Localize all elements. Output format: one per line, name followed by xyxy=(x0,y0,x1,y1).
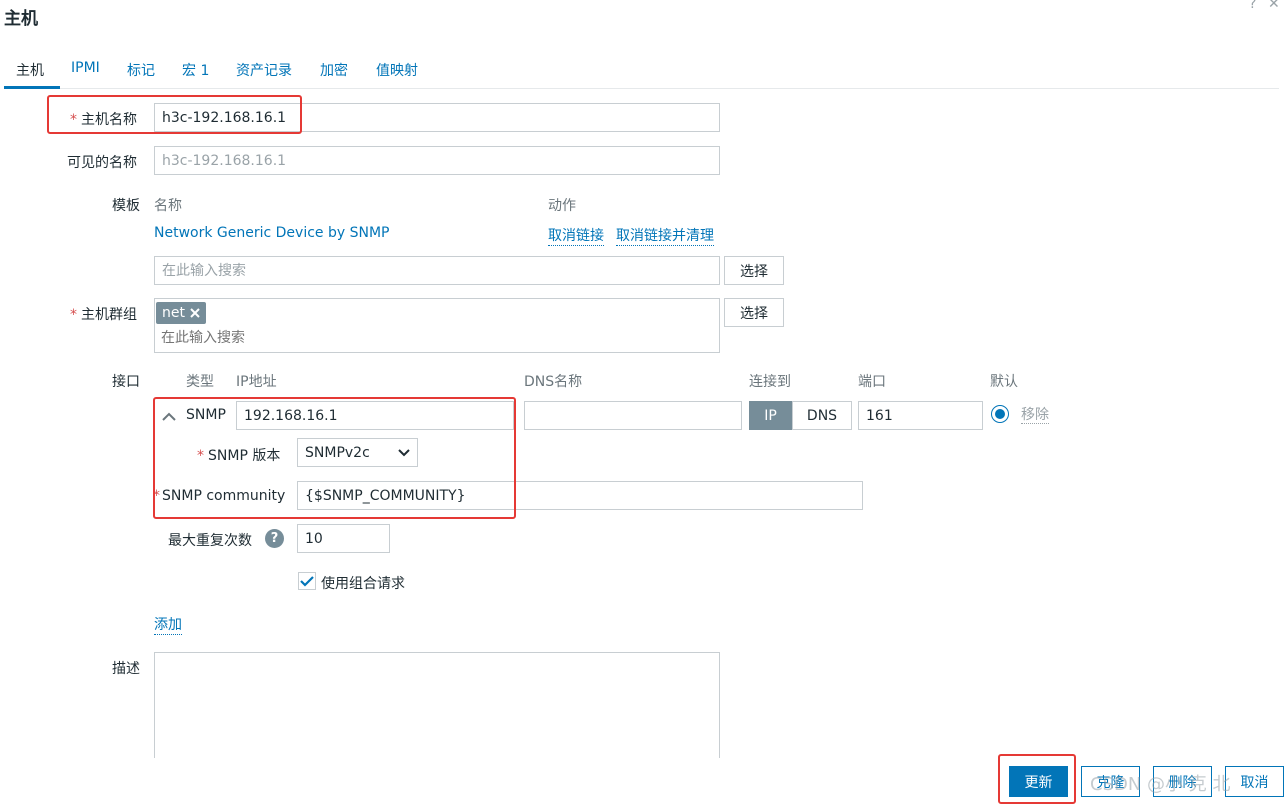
close-icon[interactable]: ✕ xyxy=(1268,0,1280,12)
interface-ip-input[interactable] xyxy=(236,401,514,430)
collapse-chevron-icon[interactable] xyxy=(161,410,177,422)
connect-to-toggle: IP DNS xyxy=(749,401,852,430)
active-tab-indicator xyxy=(4,86,60,89)
unlink-button[interactable]: 取消链接 xyxy=(548,225,604,246)
host-name-input[interactable] xyxy=(154,103,720,132)
interfaces-ip-header: IP地址 xyxy=(236,374,277,390)
host-groups-search-input[interactable] xyxy=(158,328,558,348)
snmp-version-label: * SNMP 版本 xyxy=(197,448,281,464)
templates-search-input[interactable] xyxy=(154,256,720,285)
connect-dns-button[interactable]: DNS xyxy=(792,401,852,430)
remove-interface-link[interactable]: 移除 xyxy=(1021,407,1049,424)
checkmark-icon xyxy=(300,576,314,587)
interface-port-input[interactable] xyxy=(858,401,983,430)
remove-tag-icon[interactable] xyxy=(190,308,200,318)
interface-type: SNMP xyxy=(186,407,226,423)
templates-label: 模板 xyxy=(112,198,140,214)
tab-inventory[interactable]: 资产记录 xyxy=(236,60,292,80)
max-repetitions-input[interactable] xyxy=(297,524,390,553)
tab-value-mapping[interactable]: 值映射 xyxy=(376,60,418,80)
default-interface-radio[interactable] xyxy=(991,405,1009,423)
interfaces-type-header: 类型 xyxy=(186,374,214,390)
snmp-version-select[interactable]: SNMPv2c xyxy=(297,438,418,467)
interfaces-connect-header: 连接到 xyxy=(749,374,791,390)
visible-name-input[interactable] xyxy=(154,146,720,175)
interfaces-port-header: 端口 xyxy=(858,374,886,390)
interfaces-default-header: 默认 xyxy=(990,374,1018,390)
description-label: 描述 xyxy=(112,661,140,677)
tab-tags[interactable]: 标记 xyxy=(127,60,155,80)
max-repetitions-label: 最大重复次数 xyxy=(168,533,252,549)
bulk-requests-checkbox[interactable] xyxy=(298,572,316,590)
tab-host[interactable]: 主机 xyxy=(16,60,44,80)
snmp-version-value: SNMPv2c xyxy=(305,444,370,461)
snmp-community-label: * SNMP community xyxy=(153,488,286,504)
host-group-tag: net xyxy=(156,302,206,324)
add-interface-link[interactable]: 添加 xyxy=(154,617,182,635)
update-button[interactable]: 更新 xyxy=(1009,766,1068,797)
connect-ip-button[interactable]: IP xyxy=(749,401,792,430)
tab-macros[interactable]: 宏 1 xyxy=(182,60,209,80)
help-icon[interactable]: ? xyxy=(1249,0,1256,12)
host-name-label: * 主机名称 xyxy=(70,112,137,128)
host-groups-select-button[interactable]: 选择 xyxy=(724,298,784,327)
template-link[interactable]: Network Generic Device by SNMP xyxy=(154,225,389,241)
bulk-requests-label: 使用组合请求 xyxy=(321,576,405,592)
interfaces-label: 接口 xyxy=(112,374,140,390)
interface-dns-input[interactable] xyxy=(524,401,742,430)
host-group-tag-label: net xyxy=(162,305,185,321)
interfaces-dns-header: DNS名称 xyxy=(524,374,583,390)
templates-select-button[interactable]: 选择 xyxy=(724,256,784,285)
templates-name-header: 名称 xyxy=(154,198,182,214)
description-textarea[interactable] xyxy=(154,652,720,767)
snmp-community-input[interactable] xyxy=(297,481,863,510)
delete-button[interactable]: 删除 xyxy=(1153,766,1212,797)
clone-button[interactable]: 克隆 xyxy=(1081,766,1140,797)
tab-ipmi[interactable]: IPMI xyxy=(71,60,100,76)
tabs-divider xyxy=(4,88,1279,89)
cancel-button[interactable]: 取消 xyxy=(1225,766,1284,797)
host-groups-label: * 主机群组 xyxy=(70,307,137,323)
chevron-down-icon xyxy=(398,448,410,456)
visible-name-label: 可见的名称 xyxy=(67,155,137,171)
tab-encryption[interactable]: 加密 xyxy=(320,60,348,80)
dialog-title: 主机 xyxy=(4,9,38,29)
templates-action-header: 动作 xyxy=(548,198,576,214)
unlink-clear-button[interactable]: 取消链接并清理 xyxy=(616,225,714,246)
help-question-icon[interactable]: ? xyxy=(265,529,284,548)
